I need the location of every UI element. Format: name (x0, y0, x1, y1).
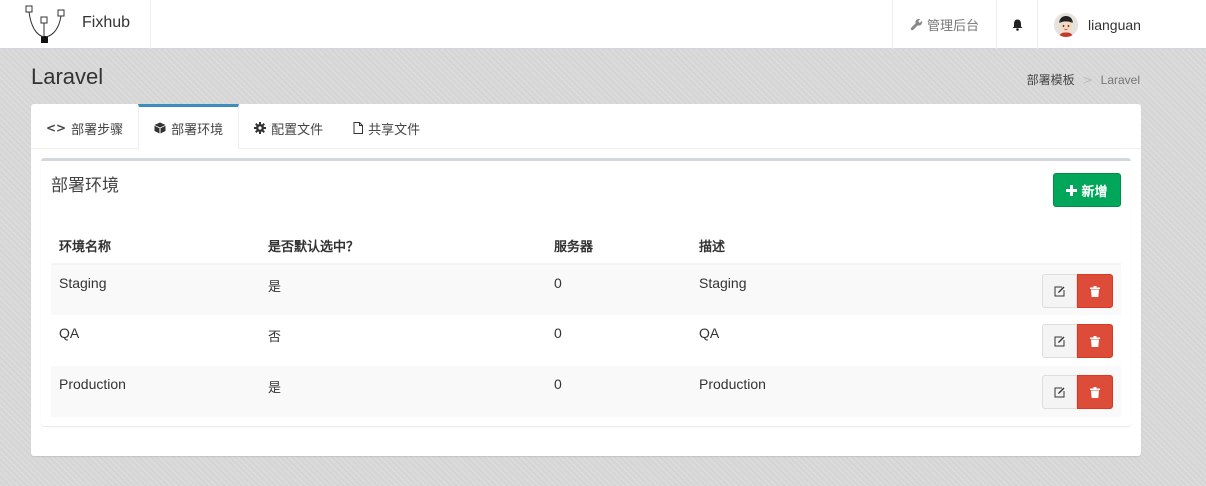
column-header: 服务器 (546, 227, 691, 265)
edit-icon (1054, 387, 1065, 397)
tab-label: 部署环境 (171, 122, 224, 138)
page-title: Laravel (31, 64, 104, 89)
user-menu[interactable]: lianguan (1037, 0, 1206, 49)
trash-icon (1090, 386, 1100, 398)
code-icon: <> (46, 121, 67, 135)
table-row: Production 是 0 Production (51, 366, 1121, 417)
breadcrumb: 部署模板 > Laravel (1027, 71, 1140, 88)
column-header: 环境名称 (51, 227, 260, 265)
env-description: QA (699, 325, 720, 341)
delete-button[interactable] (1077, 324, 1113, 358)
wrench-icon (910, 18, 923, 31)
breadcrumb-current: Laravel (1100, 72, 1140, 87)
edit-button[interactable] (1042, 324, 1077, 358)
main-card: <> 部署步骤 部署环境 配置文件 共享文件 部署环境 新增 环境名称 是否默认… (31, 104, 1141, 456)
column-header: 是否默认选中？ (260, 227, 546, 265)
trash-icon (1090, 285, 1100, 297)
tab-label: 部署步骤 (71, 122, 124, 138)
add-label: 新增 (1081, 184, 1108, 200)
top-navbar: Fixhub 管理后台 lianguan (0, 0, 1206, 49)
table-row: QA 否 0 QA (51, 315, 1121, 366)
row-actions (1031, 264, 1121, 315)
delete-button[interactable] (1077, 274, 1113, 308)
tab-deploy-steps[interactable]: <> 部署步骤 (31, 104, 138, 149)
column-header: 描述 (691, 227, 1031, 265)
env-description: Production (691, 366, 1031, 417)
logo-icon (25, 5, 65, 43)
plus-icon (1066, 184, 1078, 196)
table-header-row: 环境名称 是否默认选中？ 服务器 描述 (51, 227, 1121, 265)
env-default: 是 (260, 264, 546, 315)
trash-icon (1090, 335, 1100, 347)
column-header-actions (1031, 227, 1121, 265)
edit-button[interactable] (1042, 375, 1077, 409)
add-environment-button[interactable]: 新增 (1053, 173, 1121, 207)
gear-icon (254, 122, 267, 134)
edit-icon (1054, 336, 1065, 346)
env-name: Staging (51, 264, 260, 315)
environments-box: 部署环境 新增 环境名称 是否默认选中？ 服务器 描述 Staging 是 0 … (41, 158, 1131, 426)
tab-config-files[interactable]: 配置文件 (239, 104, 338, 149)
admin-link[interactable]: 管理后台 (892, 0, 996, 49)
env-default: 是 (260, 366, 546, 417)
tab-deploy-environments[interactable]: 部署环境 (138, 104, 240, 149)
brand-name: Fixhub (82, 14, 131, 31)
breadcrumb-parent[interactable]: 部署模板 (1027, 71, 1075, 88)
tab-label: 共享文件 (368, 122, 421, 138)
row-actions (1031, 315, 1121, 366)
logo-area[interactable]: Fixhub (0, 0, 151, 49)
tab-bar: <> 部署步骤 部署环境 配置文件 共享文件 (31, 104, 1141, 149)
env-servers: 0 (546, 264, 691, 315)
tab-shared-files[interactable]: 共享文件 (338, 104, 435, 149)
notifications-button[interactable] (996, 0, 1037, 49)
env-default: 否 (268, 330, 282, 345)
env-servers: 0 (554, 325, 562, 341)
cube-icon (154, 122, 166, 134)
env-name: QA (59, 325, 80, 341)
avatar (1054, 12, 1078, 37)
env-description: Staging (691, 264, 1031, 315)
edit-icon (1054, 286, 1065, 296)
tab-label: 配置文件 (271, 122, 324, 138)
table-row: Staging 是 0 Staging (51, 264, 1121, 315)
env-name: Production (51, 366, 260, 417)
environments-table: 环境名称 是否默认选中？ 服务器 描述 Staging 是 0 Staging (51, 227, 1121, 417)
bell-icon (1012, 19, 1022, 31)
file-icon (353, 122, 364, 134)
admin-label: 管理后台 (926, 19, 979, 34)
delete-button[interactable] (1077, 375, 1113, 409)
row-actions (1031, 366, 1121, 417)
breadcrumb-separator: > (1082, 72, 1093, 87)
edit-button[interactable] (1042, 274, 1077, 308)
username: lianguan (1088, 16, 1141, 33)
section-title: 部署环境 (51, 176, 119, 196)
env-servers: 0 (546, 366, 691, 417)
